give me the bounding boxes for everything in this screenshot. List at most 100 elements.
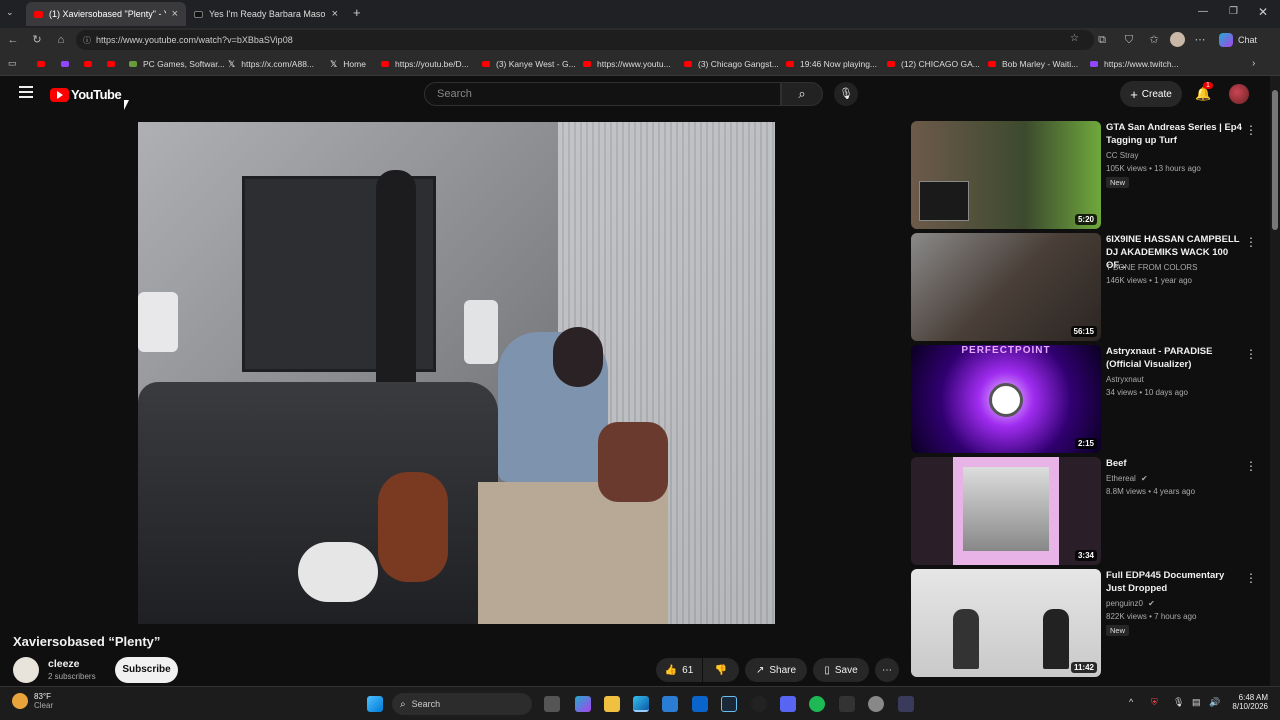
thumbnail[interactable]: 56:15 bbox=[911, 233, 1101, 341]
share-button[interactable]: ↗ Share bbox=[745, 658, 807, 682]
copilot-icon[interactable] bbox=[575, 696, 591, 712]
recommendation-card[interactable]: 3:34 Beef Ethereal ✔ 8.8M views • 4 year… bbox=[911, 457, 1266, 565]
favorite-star-icon[interactable]: ☆ bbox=[1070, 33, 1079, 44]
bookmark-item[interactable] bbox=[61, 57, 75, 71]
tray-volume-icon[interactable]: 🔊 bbox=[1209, 697, 1220, 708]
favorites-icon[interactable]: ✩ bbox=[1146, 32, 1162, 48]
recommendation-title[interactable]: Astryxnaut - PARADISE (Official Visualiz… bbox=[1106, 345, 1246, 371]
more-options-icon[interactable]: ⋮ bbox=[1245, 123, 1257, 137]
user-avatar[interactable] bbox=[1229, 84, 1249, 104]
youtube-logo[interactable]: YouTube bbox=[50, 87, 122, 102]
hamburger-menu-icon[interactable] bbox=[19, 86, 33, 98]
outlook-icon[interactable] bbox=[692, 696, 708, 712]
task-view-icon[interactable] bbox=[544, 696, 560, 712]
recommendation-card[interactable]: 56:15 6IX9INE HASSAN CAMPBELL DJ AKADEMI… bbox=[911, 233, 1266, 341]
recommendation-title[interactable]: Full EDP445 Documentary Just Dropped bbox=[1106, 569, 1246, 595]
copilot-icon[interactable] bbox=[1219, 33, 1233, 47]
tab-youtube[interactable]: (1) Xaviersobased "Plenty" - YouTu × bbox=[26, 2, 186, 26]
home-icon[interactable]: ⌂ bbox=[53, 32, 69, 48]
recommendation-channel[interactable]: Astryxnaut bbox=[1106, 375, 1144, 384]
more-actions-button[interactable]: ⋯ bbox=[875, 658, 899, 682]
close-tab-icon[interactable]: × bbox=[172, 8, 178, 20]
close-tab-icon[interactable]: × bbox=[332, 8, 338, 20]
edge-icon[interactable] bbox=[633, 696, 649, 712]
tab-actions-icon[interactable]: ⌄ bbox=[6, 7, 14, 18]
shield-icon[interactable]: ⛉ bbox=[1121, 32, 1137, 48]
bookmark-item[interactable] bbox=[37, 57, 51, 71]
more-options-icon[interactable]: ⋮ bbox=[1245, 347, 1257, 361]
weather-widget[interactable]: 83°F Clear bbox=[12, 692, 53, 710]
more-options-icon[interactable]: ⋮ bbox=[1245, 571, 1257, 585]
tray-security-icon[interactable]: ⛨ bbox=[1151, 697, 1158, 708]
settings-icon[interactable] bbox=[868, 696, 884, 712]
notifications-button[interactable]: 🔔 1 bbox=[1195, 82, 1213, 103]
bookmark-item[interactable]: 19:46 Now playing... bbox=[786, 57, 877, 71]
thumbnail[interactable]: 11:42 bbox=[911, 569, 1101, 677]
url-input[interactable]: ⓘ https://www.youtube.com/watch?v=bXBbaS… bbox=[76, 30, 1094, 50]
bookmark-item[interactable]: (3) Kanye West - G... bbox=[482, 57, 576, 71]
subscribe-button[interactable]: Subscribe bbox=[115, 657, 178, 683]
bookmark-item[interactable]: https://youtu.be/D... bbox=[381, 57, 469, 71]
dislike-button[interactable]: 👎 bbox=[703, 658, 739, 682]
bookmark-item[interactable]: 𝕏https://x.com/A88... bbox=[228, 57, 314, 71]
steam-icon[interactable] bbox=[721, 696, 737, 712]
extensions-icon[interactable]: ⧉ bbox=[1094, 32, 1110, 48]
recommendation-channel[interactable]: T BONE FROM COLORS bbox=[1106, 263, 1197, 272]
minimize-icon[interactable]: — bbox=[1198, 6, 1208, 17]
bookmark-item[interactable]: https://www.youtu... bbox=[583, 57, 671, 71]
thumbnail[interactable]: PERFECTPOINT 2:15 bbox=[911, 345, 1101, 453]
chat-label[interactable]: Chat bbox=[1238, 35, 1257, 45]
thumbnail[interactable]: 3:34 bbox=[911, 457, 1101, 565]
epic-games-icon[interactable] bbox=[839, 696, 855, 712]
video-player[interactable] bbox=[138, 122, 775, 624]
like-button[interactable]: 👍 61 bbox=[656, 658, 702, 682]
store-icon[interactable] bbox=[662, 696, 678, 712]
recommendation-card[interactable]: PERFECTPOINT 2:15 Astryxnaut - PARADISE … bbox=[911, 345, 1266, 453]
tray-mic-icon[interactable]: 🎙 bbox=[1173, 697, 1184, 708]
recommendation-channel[interactable]: penguinz0 ✔ bbox=[1106, 599, 1155, 608]
spotify-icon[interactable] bbox=[809, 696, 825, 712]
profile-avatar[interactable] bbox=[1170, 32, 1185, 47]
new-tab-button[interactable]: + bbox=[353, 5, 361, 20]
bookmark-item[interactable]: (3) Chicago Gangst... bbox=[684, 57, 779, 71]
tab-tiktok[interactable]: Yes I'm Ready Barbara Mason — C × bbox=[186, 2, 346, 26]
create-button[interactable]: + Create bbox=[1120, 81, 1182, 107]
taskbar-search-box[interactable]: ⌕ Search bbox=[392, 693, 532, 715]
bookmark-item[interactable] bbox=[84, 57, 98, 71]
search-button[interactable]: ⌕ bbox=[781, 82, 823, 106]
bookmarks-more-icon[interactable]: › bbox=[1252, 58, 1255, 69]
channel-avatar[interactable] bbox=[13, 657, 39, 683]
save-button[interactable]: ▯ Save bbox=[813, 658, 869, 682]
bookmark-item[interactable]: (12) CHICAGO GA... bbox=[887, 57, 980, 71]
more-options-icon[interactable]: ⋮ bbox=[1245, 459, 1257, 473]
menu-dots-icon[interactable]: ⋯ bbox=[1192, 32, 1208, 48]
page-scrollbar[interactable] bbox=[1270, 76, 1280, 686]
back-icon[interactable]: ← bbox=[5, 32, 21, 48]
search-input[interactable]: Search bbox=[424, 82, 781, 106]
voice-search-button[interactable]: 🎙 bbox=[834, 82, 858, 106]
recommendation-title[interactable]: Beef bbox=[1106, 457, 1246, 470]
bookmark-item[interactable]: https://www.twitch... bbox=[1090, 57, 1179, 71]
discord-icon[interactable] bbox=[780, 696, 796, 712]
recommendation-channel[interactable]: CC Stray bbox=[1106, 151, 1138, 160]
bookmark-item[interactable]: PC Games, Softwar... bbox=[129, 57, 225, 71]
app-icon[interactable] bbox=[898, 696, 914, 712]
scrollbar-thumb[interactable] bbox=[1272, 90, 1278, 230]
media-icon[interactable] bbox=[751, 696, 767, 712]
bookmark-item[interactable] bbox=[107, 57, 121, 71]
channel-name[interactable]: cleeze bbox=[48, 658, 80, 670]
clock[interactable]: 6:48 AM 8/10/2026 bbox=[1228, 693, 1268, 711]
more-options-icon[interactable]: ⋮ bbox=[1245, 235, 1257, 249]
start-icon[interactable] bbox=[367, 696, 383, 712]
maximize-icon[interactable]: ❐ bbox=[1229, 6, 1238, 17]
file-explorer-icon[interactable] bbox=[604, 696, 620, 712]
refresh-icon[interactable]: ↻ bbox=[29, 32, 45, 48]
tray-chevron-icon[interactable]: ^ bbox=[1129, 697, 1133, 707]
close-window-icon[interactable]: ✕ bbox=[1258, 5, 1268, 19]
recommendation-card[interactable]: 5:20 GTA San Andreas Series | Ep4 Taggin… bbox=[911, 121, 1266, 229]
thumbnail[interactable]: 5:20 bbox=[911, 121, 1101, 229]
tray-network-icon[interactable]: ▤ bbox=[1192, 697, 1201, 708]
collections-icon[interactable]: ▭ bbox=[8, 58, 17, 69]
recommendation-channel[interactable]: Ethereal ✔ bbox=[1106, 474, 1148, 483]
site-info-icon[interactable]: ⓘ bbox=[83, 35, 91, 46]
